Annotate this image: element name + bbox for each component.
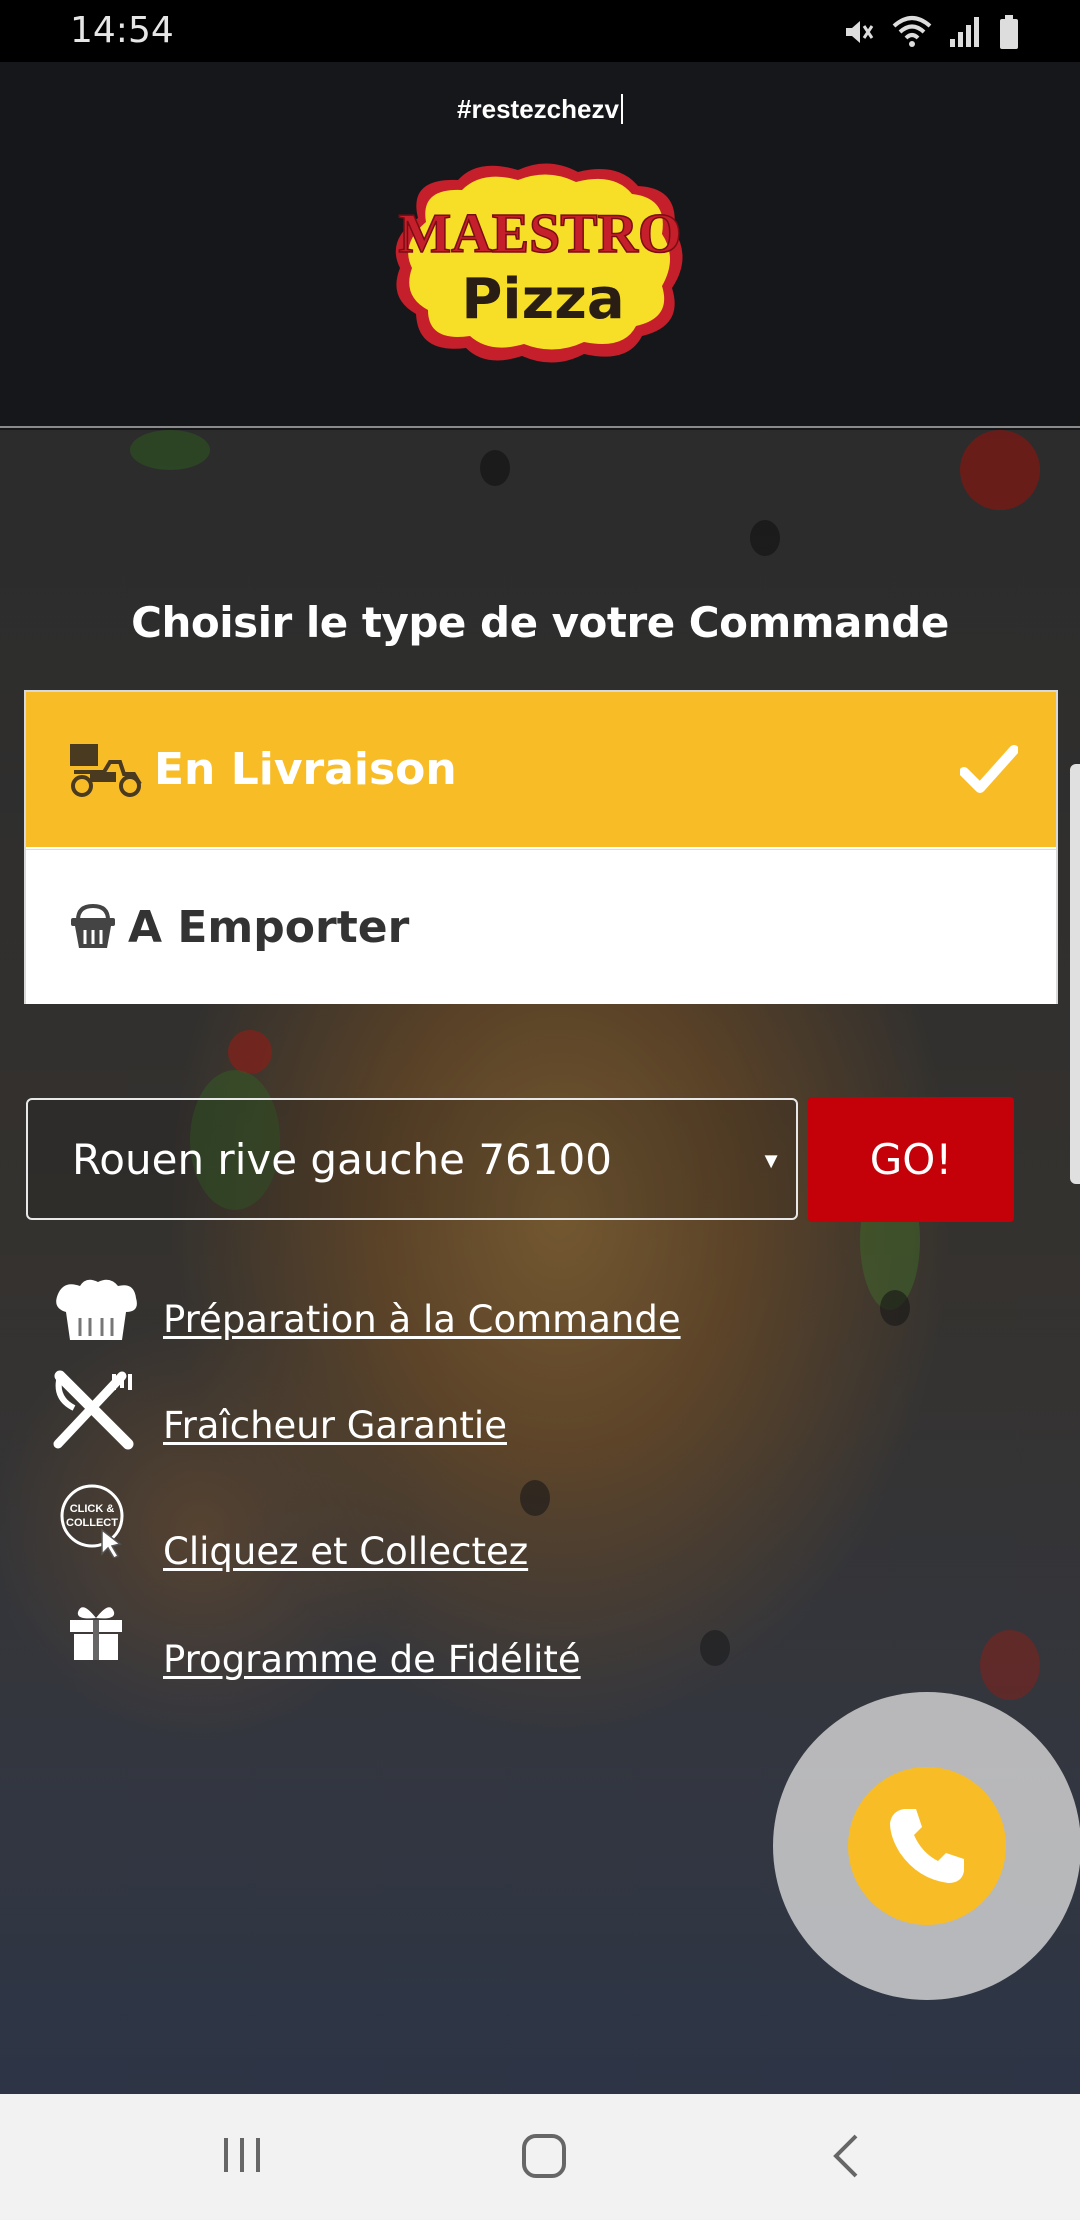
- feature-click-collect-label: Cliquez et Collectez: [163, 1530, 529, 1573]
- side-edge-handle[interactable]: [1070, 764, 1080, 1184]
- go-button[interactable]: GO!: [808, 1097, 1014, 1222]
- signal-icon: [950, 17, 979, 47]
- svg-text:COLLECT: COLLECT: [66, 1517, 118, 1529]
- gift-icon: [70, 1607, 122, 1660]
- phone-icon: [890, 1809, 964, 1883]
- svg-text:CLICK &: CLICK &: [70, 1503, 115, 1515]
- basket-icon: [71, 903, 115, 948]
- status-time: 14:54: [70, 10, 174, 51]
- status-bar: 14:54: [0, 0, 1080, 62]
- home-icon[interactable]: [520, 2132, 568, 2180]
- feature-freshness-label: Fraîcheur Garantie: [163, 1404, 507, 1447]
- status-icons: [840, 12, 1020, 52]
- back-icon[interactable]: [826, 2132, 866, 2180]
- maestro-pizza-logo[interactable]: MAESTRO Pizza: [388, 158, 692, 366]
- text-caret: [620, 94, 623, 124]
- option-delivery[interactable]: En Livraison: [26, 692, 1056, 847]
- city-select[interactable]: Rouen rive gauche 76100 ▼: [26, 1098, 798, 1220]
- feature-loyalty-label: Programme de Fidélité: [163, 1638, 581, 1681]
- main-content: Choisir le type de votre Commande En Liv…: [0, 430, 1080, 2094]
- dropdown-arrow-icon: ▼: [760, 1148, 782, 1173]
- delivery-scooter-icon: [70, 743, 142, 797]
- logo-word-maestro: MAESTRO: [398, 203, 681, 265]
- feature-preparation[interactable]: Préparation à la Commande: [0, 1278, 1080, 1368]
- chef-hat-icon: [56, 1279, 137, 1340]
- recents-icon[interactable]: [220, 2132, 266, 2178]
- wifi-icon: [892, 16, 932, 47]
- mute-icon: [846, 21, 874, 43]
- battery-icon: [1000, 15, 1018, 49]
- hashtag-text: #restezchezv: [457, 94, 619, 124]
- order-type-options: En Livraison A Emporter: [24, 690, 1058, 1004]
- feature-preparation-label: Préparation à la Commande: [163, 1298, 681, 1341]
- logo-word-pizza: Pizza: [461, 267, 624, 332]
- system-nav-bar: [0, 2094, 1080, 2220]
- checkmark-icon: [960, 744, 1018, 793]
- call-button[interactable]: [848, 1767, 1006, 1925]
- option-takeaway[interactable]: A Emporter: [26, 849, 1056, 1004]
- city-select-value: Rouen rive gauche 76100: [72, 1134, 612, 1184]
- option-delivery-label: En Livraison: [154, 744, 457, 795]
- click-collect-icon: CLICK & COLLECT: [60, 1484, 124, 1558]
- fork-knife-icon: [53, 1370, 134, 1450]
- header: #restezchezv MAESTRO Pizza: [0, 62, 1080, 428]
- order-type-title: Choisir le type de votre Commande: [131, 598, 949, 647]
- option-takeaway-label: A Emporter: [128, 901, 410, 953]
- feature-freshness[interactable]: Fraîcheur Garantie: [0, 1370, 1080, 1474]
- feature-click-collect[interactable]: CLICK & COLLECT Cliquez et Collectez: [0, 1484, 1080, 1600]
- hashtag-banner: #restezchezv: [0, 94, 1080, 125]
